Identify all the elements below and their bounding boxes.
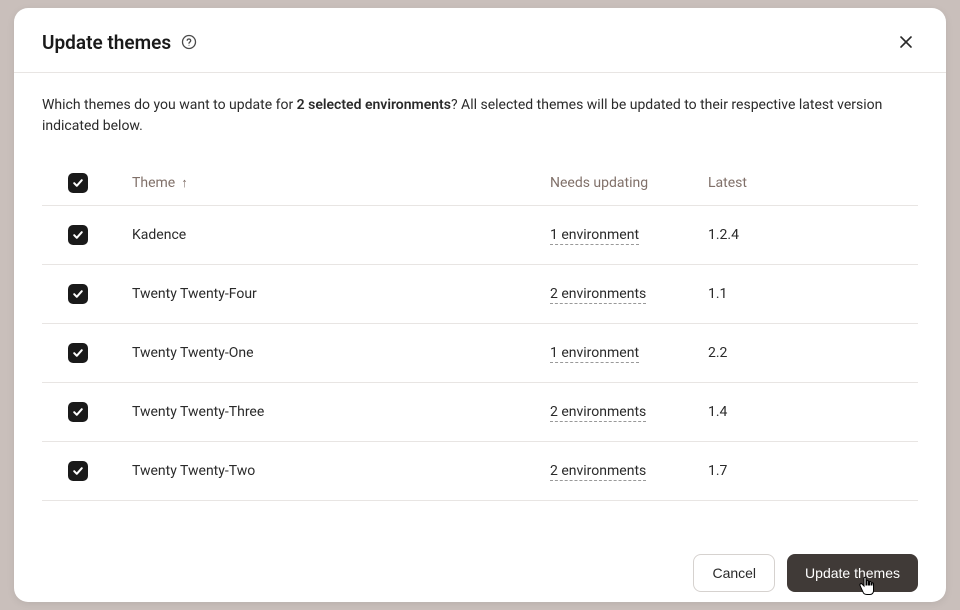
modal-description: Which themes do you want to update for 2… <box>42 95 918 137</box>
row-needs-text[interactable]: 2 environments <box>550 404 646 422</box>
table-row: Kadence 1 environment 1.2.4 <box>42 206 918 265</box>
modal-body: Which themes do you want to update for 2… <box>14 73 946 536</box>
header-latest[interactable]: Latest <box>708 175 918 191</box>
table-row: Twenty Twenty-One 1 environment 2.2 <box>42 324 918 383</box>
check-icon <box>72 347 84 359</box>
row-needs-updating: 1 environment <box>550 227 708 243</box>
header-needs-updating[interactable]: Needs updating <box>550 175 708 191</box>
row-checkbox[interactable] <box>68 225 88 245</box>
row-checkbox-cell <box>42 402 132 422</box>
row-checkbox[interactable] <box>68 461 88 481</box>
sort-ascending-icon: ↑ <box>181 175 188 191</box>
check-icon <box>72 229 84 241</box>
table-header-row: Theme ↑ Needs updating Latest <box>42 163 918 206</box>
description-prefix: Which themes do you want to update for <box>42 97 297 113</box>
check-icon <box>72 288 84 300</box>
close-button[interactable] <box>894 30 918 54</box>
table-row: Twenty Twenty-Two 2 environments 1.7 <box>42 442 918 501</box>
row-needs-updating: 2 environments <box>550 286 708 302</box>
check-icon <box>72 177 84 189</box>
row-checkbox-cell <box>42 284 132 304</box>
row-latest-version: 1.2.4 <box>708 227 918 243</box>
row-needs-updating: 2 environments <box>550 463 708 479</box>
modal-header: Update themes <box>14 8 946 73</box>
row-theme-name: Twenty Twenty-Two <box>132 463 550 479</box>
row-checkbox[interactable] <box>68 284 88 304</box>
row-needs-text[interactable]: 1 environment <box>550 345 639 363</box>
description-bold: 2 selected environments <box>297 97 451 113</box>
row-checkbox-cell <box>42 225 132 245</box>
row-theme-name: Kadence <box>132 227 550 243</box>
row-checkbox-cell <box>42 343 132 363</box>
row-needs-text[interactable]: 1 environment <box>550 227 639 245</box>
row-latest-version: 1.4 <box>708 404 918 420</box>
update-themes-modal: Update themes Which themes do you want t… <box>14 8 946 602</box>
check-icon <box>72 465 84 477</box>
table-row: Twenty Twenty-Three 2 environments 1.4 <box>42 383 918 442</box>
close-icon <box>898 34 914 50</box>
modal-footer: Cancel Update themes <box>14 536 946 602</box>
help-icon[interactable] <box>181 34 197 50</box>
row-theme-name: Twenty Twenty-One <box>132 345 550 361</box>
header-checkbox-cell <box>42 173 132 193</box>
cancel-button[interactable]: Cancel <box>693 554 775 592</box>
row-checkbox[interactable] <box>68 343 88 363</box>
row-needs-updating: 2 environments <box>550 404 708 420</box>
row-latest-version: 1.7 <box>708 463 918 479</box>
row-checkbox[interactable] <box>68 402 88 422</box>
row-latest-version: 2.2 <box>708 345 918 361</box>
themes-table: Theme ↑ Needs updating Latest Kadence 1 … <box>42 163 918 501</box>
row-needs-text[interactable]: 2 environments <box>550 286 646 304</box>
row-checkbox-cell <box>42 461 132 481</box>
row-theme-name: Twenty Twenty-Three <box>132 404 550 420</box>
row-latest-version: 1.1 <box>708 286 918 302</box>
header-theme-label: Theme <box>132 175 175 191</box>
select-all-checkbox[interactable] <box>68 173 88 193</box>
row-theme-name: Twenty Twenty-Four <box>132 286 550 302</box>
check-icon <box>72 406 84 418</box>
modal-title: Update themes <box>42 31 171 54</box>
row-needs-updating: 1 environment <box>550 345 708 361</box>
table-row: Twenty Twenty-Four 2 environments 1.1 <box>42 265 918 324</box>
header-theme[interactable]: Theme ↑ <box>132 175 550 191</box>
update-themes-button[interactable]: Update themes <box>787 554 918 592</box>
row-needs-text[interactable]: 2 environments <box>550 463 646 481</box>
